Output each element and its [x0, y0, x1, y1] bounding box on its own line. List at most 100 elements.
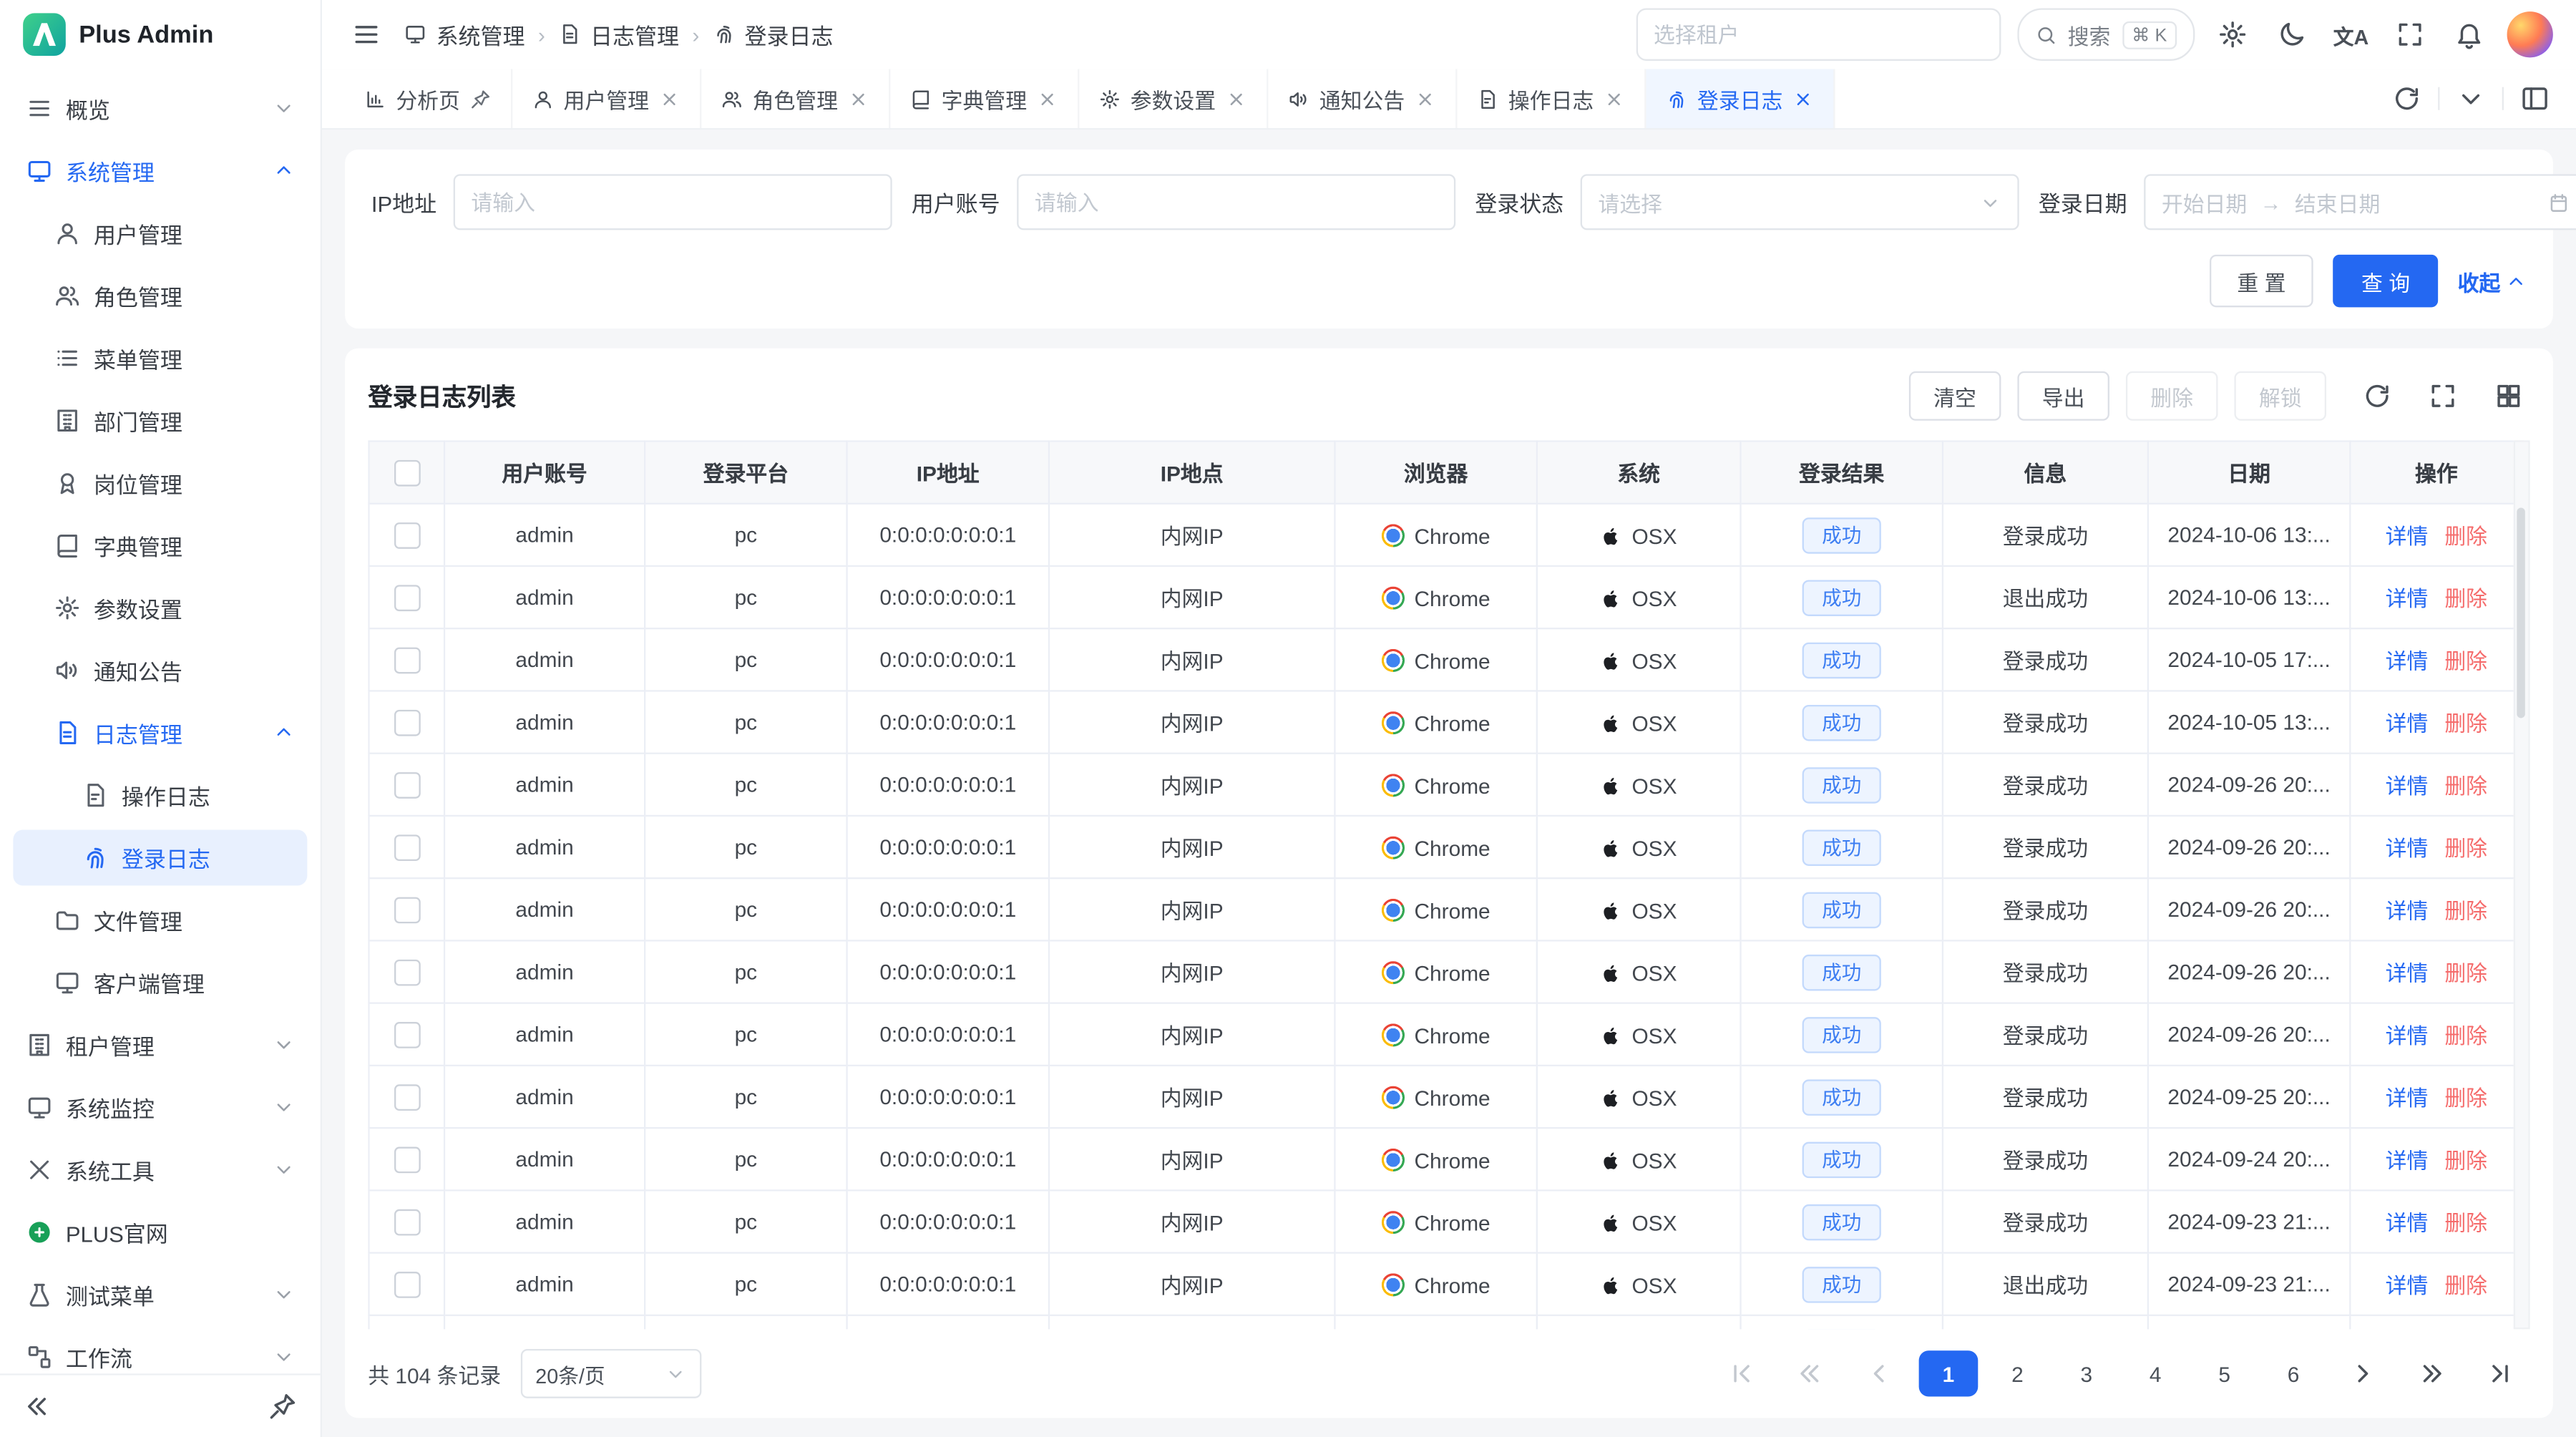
detail-link[interactable]: 详情 — [2386, 1211, 2429, 1235]
sidebar-item-sys-tools[interactable]: 系统工具 — [13, 1142, 307, 1198]
breadcrumb-item-system-mgmt[interactable]: 系统管理 — [404, 18, 525, 51]
collapse-sidebar-button[interactable] — [16, 1385, 59, 1428]
login-date-range-picker[interactable]: 开始日期 → 结束日期 — [2144, 174, 2576, 230]
row-checkbox[interactable] — [394, 772, 420, 799]
row-checkbox[interactable] — [394, 897, 420, 923]
layout-toggle-icon[interactable] — [2514, 77, 2557, 120]
page-button-2[interactable]: 2 — [1988, 1350, 2047, 1396]
sidebar-item-workflow[interactable]: 工作流 — [13, 1329, 307, 1373]
breadcrumb-item-login-log[interactable]: 登录日志 — [713, 18, 834, 51]
row-checkbox[interactable] — [394, 1272, 420, 1298]
translate-icon[interactable]: 文A — [2330, 13, 2373, 56]
page-button-4[interactable]: 4 — [2126, 1350, 2185, 1396]
fullscreen-icon[interactable] — [2389, 13, 2431, 56]
account-input[interactable] — [1017, 174, 1455, 230]
detail-link[interactable]: 详情 — [2386, 899, 2429, 923]
tab-notice[interactable]: 通知公告 — [1269, 69, 1458, 128]
ip-address-input[interactable] — [453, 174, 892, 230]
sidebar-item-client-mgmt[interactable]: 客户端管理 — [13, 955, 307, 1010]
row-checkbox[interactable] — [394, 1084, 420, 1111]
tab-user-mgmt[interactable]: 用户管理 — [512, 69, 701, 128]
first-page-button[interactable] — [1712, 1350, 1771, 1396]
refresh-page-icon[interactable] — [2386, 77, 2429, 120]
row-checkbox[interactable] — [394, 709, 420, 736]
close-tab-icon[interactable] — [659, 88, 680, 109]
close-tab-icon[interactable] — [1037, 88, 1058, 109]
sidebar-item-login-log[interactable]: 登录日志 — [13, 829, 307, 885]
sidebar-item-user-mgmt[interactable]: 用户管理 — [13, 205, 307, 261]
last-page-button[interactable] — [2471, 1350, 2530, 1396]
detail-link[interactable]: 详情 — [2386, 1023, 2429, 1048]
app-logo[interactable]: Plus Admin — [0, 0, 321, 69]
tenant-select-input[interactable] — [1636, 8, 2001, 60]
table-scrollbar-thumb[interactable] — [2517, 507, 2524, 718]
hamburger-menu-icon[interactable] — [345, 13, 388, 56]
row-checkbox[interactable] — [394, 1209, 420, 1235]
tab-options-chevron-down-icon[interactable] — [2449, 77, 2492, 120]
collapse-filters-link[interactable]: 收起 — [2458, 266, 2527, 297]
settings-gear-icon[interactable] — [2211, 13, 2254, 56]
delete-link[interactable]: 删除 — [2444, 649, 2487, 673]
delete-link[interactable]: 删除 — [2444, 1086, 2487, 1111]
close-tab-icon[interactable] — [1226, 88, 1247, 109]
table-scrollbar[interactable] — [2514, 440, 2530, 1329]
next-page-button[interactable] — [2333, 1350, 2392, 1396]
login-status-select[interactable]: 请选择 — [1580, 174, 2019, 230]
delete-link[interactable]: 删除 — [2444, 1273, 2487, 1297]
detail-link[interactable]: 详情 — [2386, 649, 2429, 673]
refresh-table-icon[interactable] — [2356, 374, 2399, 417]
sidebar-item-sys-monitor[interactable]: 系统监控 — [13, 1079, 307, 1135]
page-button-5[interactable]: 5 — [2195, 1350, 2254, 1396]
detail-link[interactable]: 详情 — [2386, 711, 2429, 736]
delete-link[interactable]: 删除 — [2444, 899, 2487, 923]
breadcrumb-item-log-mgmt[interactable]: 日志管理 — [558, 18, 679, 51]
detail-link[interactable]: 详情 — [2386, 587, 2429, 611]
delete-link[interactable]: 删除 — [2444, 837, 2487, 861]
row-checkbox[interactable] — [394, 834, 420, 861]
row-checkbox[interactable] — [394, 1146, 420, 1173]
pin-sidebar-button[interactable] — [261, 1385, 304, 1428]
global-search-button[interactable]: 搜索 ⌘ K — [2016, 8, 2195, 60]
detail-link[interactable]: 详情 — [2386, 774, 2429, 798]
sidebar-item-tenant-mgmt[interactable]: 租户管理 — [13, 1017, 307, 1073]
close-tab-icon[interactable] — [1792, 88, 1814, 109]
sidebar-item-param-settings[interactable]: 参数设置 — [13, 580, 307, 635]
row-checkbox[interactable] — [394, 585, 420, 611]
sidebar-item-role-mgmt[interactable]: 角色管理 — [13, 268, 307, 323]
close-tab-icon[interactable] — [848, 88, 869, 109]
dark-mode-moon-icon[interactable] — [2270, 13, 2313, 56]
delete-link[interactable]: 删除 — [2444, 961, 2487, 985]
row-checkbox[interactable] — [394, 1022, 420, 1048]
pin-icon[interactable] — [470, 88, 492, 109]
sidebar-item-op-log[interactable]: 操作日志 — [13, 767, 307, 823]
reset-button[interactable]: 重 置 — [2209, 255, 2313, 307]
sidebar-item-dept-mgmt[interactable]: 部门管理 — [13, 393, 307, 449]
tab-dict-mgmt[interactable]: 字典管理 — [890, 69, 1079, 128]
sidebar-item-dict-mgmt[interactable]: 字典管理 — [13, 517, 307, 573]
page-button-6[interactable]: 6 — [2264, 1350, 2323, 1396]
sidebar-item-plus-site[interactable]: PLUS官网 — [13, 1204, 307, 1260]
next-fast-button[interactable] — [2402, 1350, 2462, 1396]
delete-link[interactable]: 删除 — [2444, 524, 2487, 548]
select-all-checkbox[interactable] — [394, 459, 420, 486]
delete-link[interactable]: 删除 — [2444, 1023, 2487, 1048]
close-tab-icon[interactable] — [1415, 88, 1436, 109]
detail-link[interactable]: 详情 — [2386, 524, 2429, 548]
tab-login-log[interactable]: 登录日志 — [1646, 69, 1835, 128]
row-checkbox[interactable] — [394, 647, 420, 673]
sidebar-item-system-mgmt[interactable]: 系统管理 — [13, 143, 307, 199]
detail-link[interactable]: 详情 — [2386, 1149, 2429, 1173]
delete-link[interactable]: 删除 — [2444, 1211, 2487, 1235]
tab-role-mgmt[interactable]: 角色管理 — [701, 69, 890, 128]
close-tab-icon[interactable] — [1604, 88, 1625, 109]
query-button[interactable]: 查 询 — [2333, 255, 2438, 307]
sidebar-item-post-mgmt[interactable]: 岗位管理 — [13, 455, 307, 511]
clear-button[interactable]: 清空 — [1909, 371, 2001, 421]
column-settings-icon[interactable] — [2487, 374, 2530, 417]
detail-link[interactable]: 详情 — [2386, 837, 2429, 861]
prev-fast-button[interactable] — [1781, 1350, 1840, 1396]
detail-link[interactable]: 详情 — [2386, 961, 2429, 985]
page-size-select[interactable]: 20条/页 — [521, 1349, 702, 1398]
row-checkbox[interactable] — [394, 959, 420, 985]
sidebar-item-notice[interactable]: 通知公告 — [13, 643, 307, 698]
